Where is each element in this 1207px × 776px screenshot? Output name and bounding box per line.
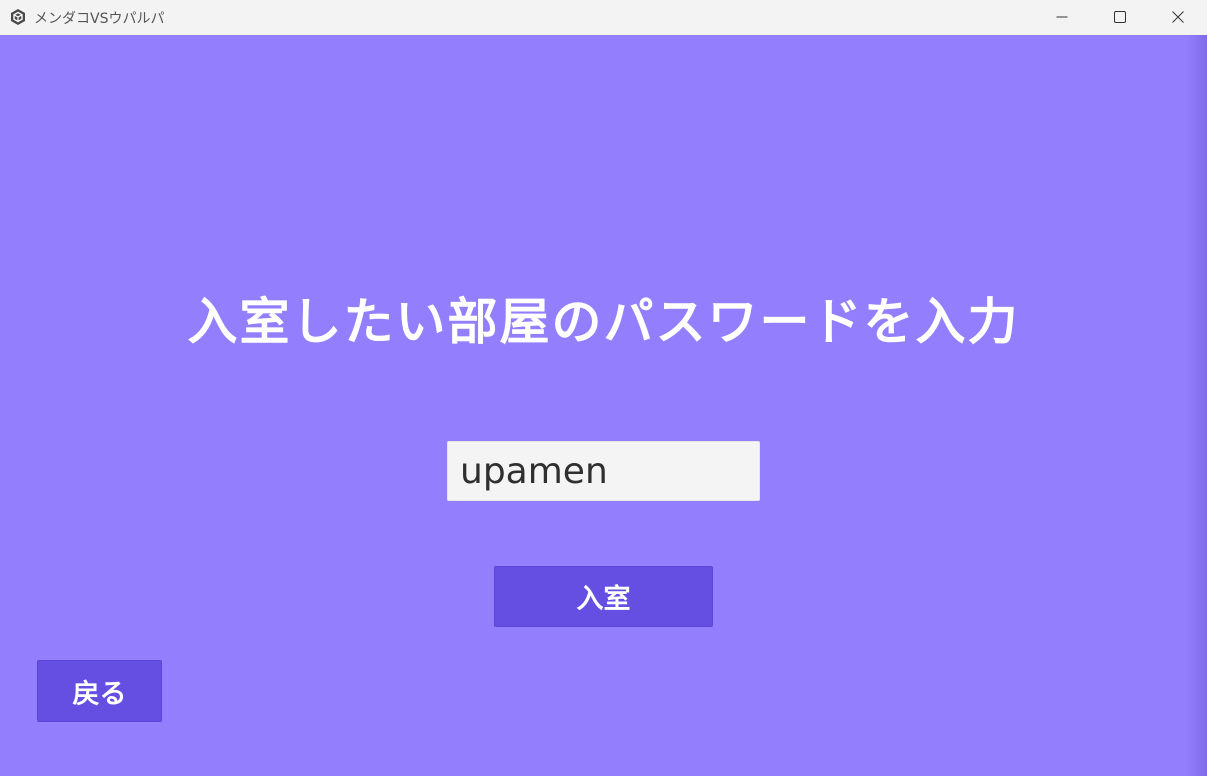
enter-room-button[interactable]: 入室 bbox=[494, 566, 713, 627]
window-edge-shadow bbox=[1187, 35, 1207, 776]
close-button[interactable] bbox=[1149, 0, 1207, 35]
password-input[interactable] bbox=[447, 441, 760, 501]
window-title: メンダコVSウパルパ bbox=[34, 11, 165, 27]
page-title: 入室したい部屋のパスワードを入力 bbox=[187, 293, 1020, 351]
title-bar[interactable]: メンダコVSウパルパ bbox=[0, 0, 1207, 35]
minimize-icon bbox=[1056, 8, 1068, 27]
close-icon bbox=[1172, 8, 1184, 27]
maximize-icon bbox=[1114, 8, 1126, 27]
maximize-button[interactable] bbox=[1091, 0, 1149, 35]
minimize-button[interactable] bbox=[1033, 0, 1091, 35]
back-button[interactable]: 戻る bbox=[37, 660, 162, 722]
unity-icon bbox=[9, 8, 27, 26]
app-window: メンダコVSウパルパ 入室したい部屋のパスワードを入力 入室 戻る bbox=[0, 0, 1207, 776]
